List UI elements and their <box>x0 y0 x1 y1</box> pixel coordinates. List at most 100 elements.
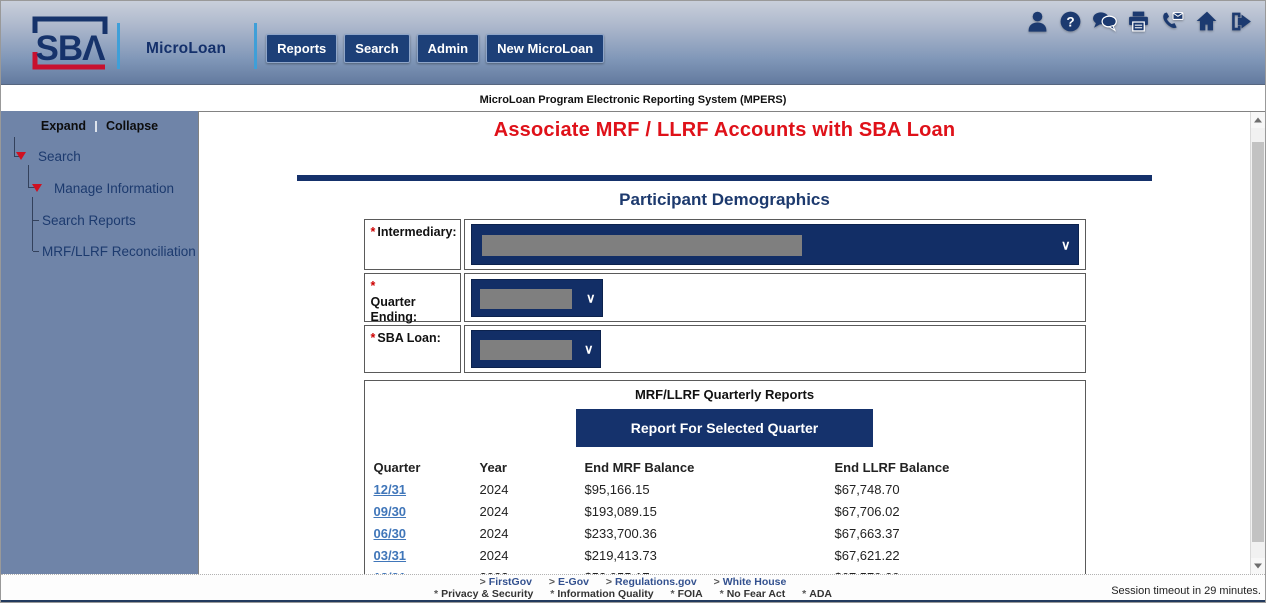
table-row-mrf-cell: $233,700.36 <box>585 523 835 545</box>
expand-link[interactable]: Expand <box>41 119 86 133</box>
page-title: Associate MRF / LLRF Accounts with SBA L… <box>199 119 1250 142</box>
table-row-quarter-cell: 06/30 <box>374 523 480 545</box>
app-title: MicroLoan <box>146 40 226 58</box>
tree-line <box>33 251 39 252</box>
chevron-down-icon: ∨ <box>586 291 596 304</box>
sidebar-item-mrf-llrf-reconciliation[interactable]: MRF/LLRF Reconciliation <box>42 244 196 259</box>
main-content: Associate MRF / LLRF Accounts with SBA L… <box>198 111 1265 574</box>
session-timeout-text: Session timeout in 29 minutes. <box>1111 585 1261 597</box>
sba-logo: SBΛ <box>21 10 117 76</box>
table-row-quarter-cell: 03/31 <box>374 545 480 567</box>
tree-line <box>14 137 15 157</box>
table-row-quarter-cell: 09/30 <box>374 501 480 523</box>
quarter-ending-row: * Quarter Ending: ∨ <box>364 273 1086 322</box>
tree-line <box>33 220 39 221</box>
tree-line <box>32 197 33 251</box>
quarter-link[interactable]: 06/30 <box>374 526 407 541</box>
header-icon-toolbar: ? <box>1026 10 1253 33</box>
tree-expand-arrow-search[interactable] <box>16 152 26 160</box>
page: SBΛ MicroLoan Reports Search Admin New M… <box>0 0 1266 603</box>
required-marker: * <box>371 331 376 345</box>
collapse-link[interactable]: Collapse <box>106 119 158 133</box>
intermediary-row: *Intermediary: ∨ <box>364 219 1086 270</box>
chat-icon[interactable] <box>1092 10 1117 33</box>
column-header-end-llrf: End LLRF Balance <box>835 457 1085 479</box>
footer-link-foia[interactable]: *FOIA <box>671 589 703 601</box>
table-row-llrf-cell: $67,706.02 <box>835 501 1085 523</box>
svg-text:?: ? <box>1066 15 1074 30</box>
table-row-year-cell: 2024 <box>480 523 585 545</box>
contact-icon[interactable] <box>1160 10 1185 33</box>
quarterly-reports-panel: MRF/LLRF Quarterly Reports Report For Se… <box>364 380 1086 587</box>
intermediary-field-cell: ∨ <box>464 219 1086 270</box>
footer: >FirstGov >E-Gov >Regulations.gov >White… <box>1 574 1265 600</box>
logout-icon[interactable] <box>1229 10 1253 33</box>
required-marker: * <box>371 279 376 293</box>
tree-line <box>28 165 29 188</box>
nav-search-button[interactable]: Search <box>344 34 409 63</box>
quarter-link[interactable]: 09/30 <box>374 504 407 519</box>
body: Expand Collapse Search Manage Information… <box>1 111 1265 574</box>
demographics-form: *Intermediary: ∨ * Quarter Ending: <box>364 219 1086 587</box>
column-header-year: Year <box>480 457 585 479</box>
table-row-year-cell: 2024 <box>480 501 585 523</box>
quarter-link[interactable]: 03/31 <box>374 548 407 563</box>
column-header-quarter: Quarter <box>374 457 480 479</box>
help-icon[interactable]: ? <box>1059 10 1082 33</box>
footer-link-no-fear-act[interactable]: *No Fear Act <box>720 589 786 601</box>
user-icon[interactable] <box>1026 10 1049 33</box>
svg-text:SBΛ: SBΛ <box>36 29 107 68</box>
chevron-down-icon: ∨ <box>584 343 594 356</box>
section-title: Participant Demographics <box>199 190 1250 210</box>
sidebar-item-manage-information[interactable]: Manage Information <box>54 181 174 196</box>
intermediary-select[interactable]: ∨ <box>471 224 1079 265</box>
quarter-ending-label: * Quarter Ending: <box>364 273 461 322</box>
redacted-value <box>482 235 802 256</box>
table-row-llrf-cell: $67,663.37 <box>835 523 1085 545</box>
redacted-value <box>480 289 572 309</box>
table-row-mrf-cell: $95,166.15 <box>585 479 835 501</box>
sba-loan-row: *SBA Loan: ∨ <box>364 325 1086 373</box>
table-row-quarter-cell: 12/31 <box>374 479 480 501</box>
footer-policy-links: *Privacy & Security *Information Quality… <box>1 589 1265 601</box>
section-divider-bar <box>297 175 1152 181</box>
sidebar-item-search[interactable]: Search <box>38 149 81 164</box>
nav-admin-button[interactable]: Admin <box>417 34 479 63</box>
bottom-border-bar <box>1 600 1265 603</box>
expand-collapse-divider <box>95 121 97 132</box>
quarter-link[interactable]: 12/31 <box>374 482 407 497</box>
nav-reports-button[interactable]: Reports <box>266 34 337 63</box>
sba-logo-icon: SBΛ <box>21 10 117 76</box>
table-row-mrf-cell: $193,089.15 <box>585 501 835 523</box>
footer-link-information-quality[interactable]: *Information Quality <box>550 589 653 601</box>
footer-link-privacy[interactable]: *Privacy & Security <box>434 589 533 601</box>
scroll-up-button[interactable] <box>1251 112 1265 128</box>
table-row-year-cell: 2024 <box>480 479 585 501</box>
scroll-down-button[interactable] <box>1251 558 1265 574</box>
chevron-down-icon: ∨ <box>1061 238 1071 251</box>
intermediary-label: *Intermediary: <box>364 219 461 270</box>
home-icon[interactable] <box>1195 10 1219 33</box>
sba-loan-label: *SBA Loan: <box>364 325 461 373</box>
quarter-ending-select[interactable]: ∨ <box>471 279 603 317</box>
table-row-mrf-cell: $219,413.73 <box>585 545 835 567</box>
app-header: SBΛ MicroLoan Reports Search Admin New M… <box>1 1 1265 85</box>
redacted-value <box>480 340 572 360</box>
header-divider <box>254 23 257 69</box>
sba-loan-field-cell: ∨ <box>464 325 1086 373</box>
scrollbar-thumb[interactable] <box>1252 142 1264 542</box>
tree-controls: Expand Collapse <box>1 111 198 133</box>
nav-new-microloan-button[interactable]: New MicroLoan <box>486 34 604 63</box>
header-divider <box>117 23 120 69</box>
sidebar: Expand Collapse Search Manage Information… <box>1 111 198 574</box>
system-title: MicroLoan Program Electronic Reporting S… <box>1 85 1265 111</box>
footer-link-ada[interactable]: *ADA <box>802 589 832 601</box>
vertical-scrollbar[interactable] <box>1250 112 1265 574</box>
table-row-llrf-cell: $67,748.70 <box>835 479 1085 501</box>
sba-loan-select[interactable]: ∨ <box>471 330 601 368</box>
required-marker: * <box>371 225 376 239</box>
report-for-selected-quarter-button[interactable]: Report For Selected Quarter <box>576 409 873 447</box>
tree-expand-arrow-manage-information[interactable] <box>32 184 42 192</box>
print-icon[interactable] <box>1127 10 1150 33</box>
sidebar-item-search-reports[interactable]: Search Reports <box>42 213 136 228</box>
